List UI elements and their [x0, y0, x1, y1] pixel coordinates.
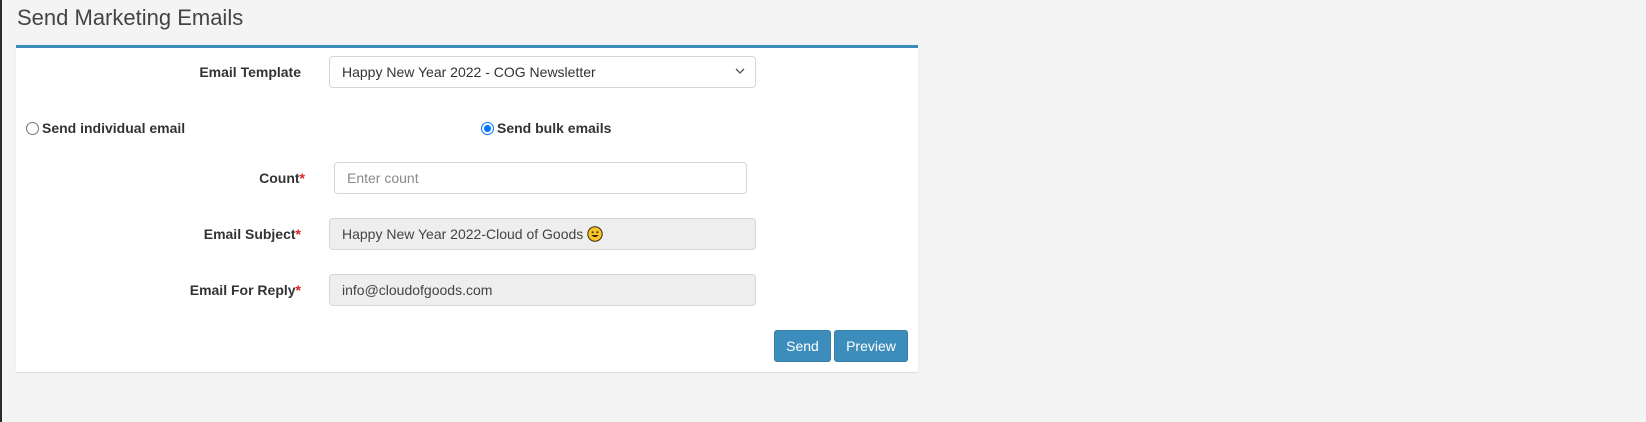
- page-title: Send Marketing Emails: [17, 5, 244, 30]
- preview-button[interactable]: Preview: [834, 330, 908, 362]
- required-asterisk: *: [295, 282, 301, 298]
- count-label-text: Count: [259, 170, 300, 186]
- email-reply-label: Email For Reply*: [136, 280, 301, 300]
- send-button[interactable]: Send: [774, 330, 831, 362]
- left-edge-border: [0, 0, 2, 422]
- send-individual-radio[interactable]: [26, 121, 39, 135]
- email-subject-field[interactable]: Happy New Year 2022-Cloud of Goods: [329, 218, 756, 250]
- chevron-down-icon: [735, 68, 745, 74]
- smiley-face-icon: [587, 226, 603, 242]
- email-subject-label: Email Subject*: [136, 224, 301, 244]
- email-reply-value: info@cloudofgoods.com: [342, 282, 493, 298]
- send-individual-radio-option[interactable]: Send individual email: [26, 120, 185, 136]
- count-input[interactable]: [334, 162, 747, 194]
- email-template-label-text: Email Template: [199, 64, 301, 80]
- email-template-selected-value: Happy New Year 2022 - COG Newsletter: [342, 64, 596, 80]
- required-asterisk: *: [299, 170, 305, 186]
- email-reply-label-text: Email For Reply: [189, 282, 296, 298]
- send-bulk-label: Send bulk emails: [497, 120, 612, 136]
- count-label: Count*: [136, 168, 305, 188]
- send-bulk-radio-option[interactable]: Send bulk emails: [481, 120, 611, 136]
- required-asterisk: *: [295, 226, 301, 242]
- email-reply-field[interactable]: info@cloudofgoods.com: [329, 274, 756, 306]
- send-individual-label: Send individual email: [42, 120, 186, 136]
- email-subject-value: Happy New Year 2022-Cloud of Goods: [342, 226, 584, 242]
- email-subject-label-text: Email Subject: [203, 226, 296, 242]
- send-email-form-box: Email Template Happy New Year 2022 - COG…: [16, 45, 918, 372]
- email-template-label: Email Template: [136, 62, 301, 82]
- send-bulk-radio[interactable]: [481, 121, 494, 135]
- email-template-select[interactable]: Happy New Year 2022 - COG Newsletter: [329, 56, 756, 88]
